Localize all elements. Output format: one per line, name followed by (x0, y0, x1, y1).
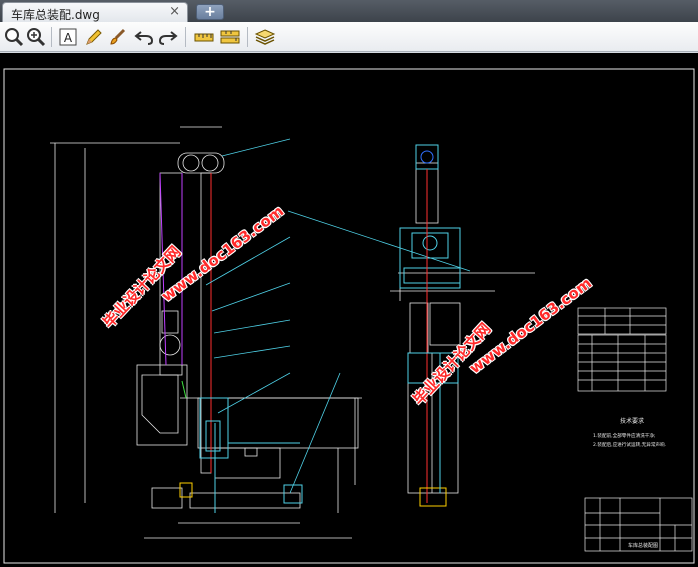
redo-icon[interactable] (157, 26, 179, 48)
layers-icon[interactable] (254, 26, 276, 48)
document-tab[interactable]: 车库总装配.dwg × (2, 2, 188, 22)
drawing-canvas[interactable]: 技术要求 1.装配前,全部零件应清洗干净; 2.装配后,应进行试运转,无异常声响… (0, 53, 698, 567)
front-view-colored (159, 172, 303, 513)
drawing-name: 车库总装配图 (628, 542, 658, 549)
tab-title: 车库总装配.dwg (11, 8, 100, 22)
toolbar-separator (247, 27, 248, 47)
undo-icon[interactable] (133, 26, 155, 48)
text-icon[interactable]: A (57, 26, 79, 48)
pencil-icon[interactable] (83, 26, 105, 48)
toolbar-separator (51, 27, 52, 47)
tab-bar: 车库总装配.dwg × + (0, 0, 698, 22)
brush-icon[interactable] (107, 26, 129, 48)
zoom-extents-icon[interactable] (25, 26, 47, 48)
close-tab-icon[interactable]: × (169, 4, 180, 19)
parts-list (577, 307, 667, 392)
svg-text:A: A (64, 31, 73, 45)
new-tab-button[interactable]: + (196, 4, 224, 20)
zoom-icon[interactable] (3, 26, 25, 48)
measure-icon[interactable] (193, 26, 215, 48)
notes-line: 1.装配前,全部零件应清洗干净; (593, 432, 656, 439)
front-view (50, 126, 362, 539)
toolbar-separator (185, 27, 186, 47)
measure-area-icon[interactable] (219, 26, 241, 48)
toolbar: A (0, 22, 698, 52)
notes-line: 2.装配后,应进行试运转,无异常声响. (593, 441, 666, 448)
notes-title: 技术要求 (620, 417, 644, 425)
